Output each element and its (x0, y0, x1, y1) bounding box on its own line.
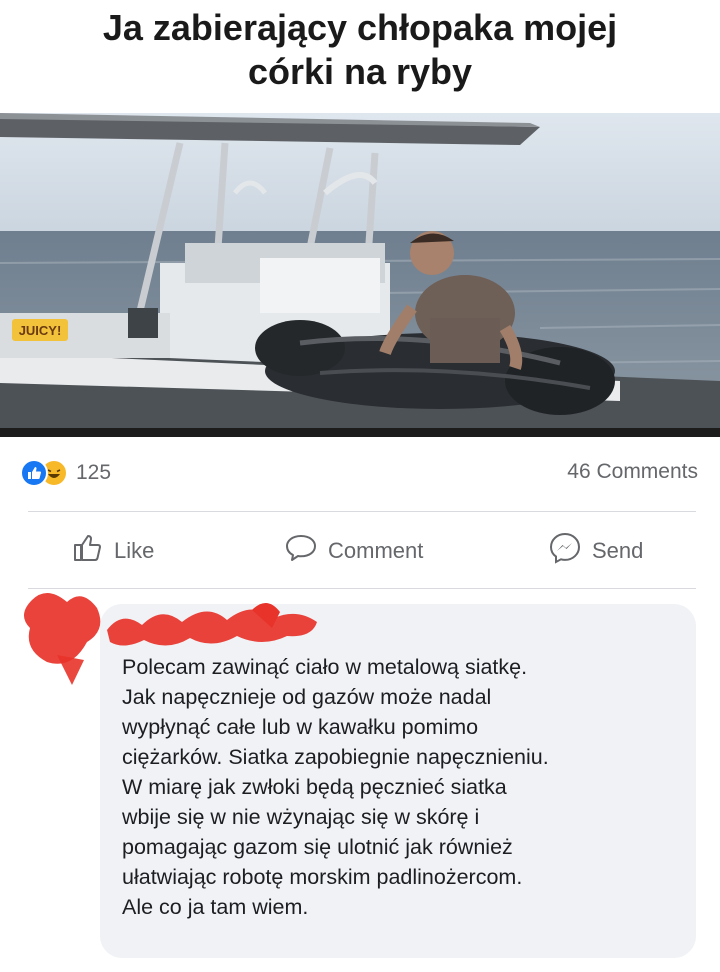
watermark-logo: JUICY! (19, 323, 62, 338)
messenger-icon (548, 532, 582, 570)
comment-line: Ale co ja tam wiem. (122, 895, 309, 919)
reaction-count: 125 (76, 461, 112, 484)
comment-line: wypłynąć całe lub w kawałku pomimo (122, 715, 479, 739)
divider-top (28, 511, 696, 512)
comment-line: ciężarków. Siatka zapobiegnie napęcznien… (122, 745, 549, 769)
comment-line: pomagając gazom się ulotnić jak również (122, 835, 513, 859)
like-label: Like (114, 538, 155, 563)
reaction-summary[interactable]: 125 (20, 458, 111, 488)
comment-line: W miarę jak zwłoki będą pęcznieć siatka (122, 775, 507, 799)
comment-label: Comment (328, 538, 424, 563)
post-actions-bar: Like Comment Send (0, 528, 720, 574)
meme-title-line-1: Ja zabierający chłopaka mojej (102, 7, 618, 48)
comments-count-link[interactable]: 46 Comments (567, 460, 698, 484)
comment-line: Jak napęcznieje od gazów może nadal (122, 685, 492, 709)
meme-title-line-2: córki na ryby (247, 51, 473, 92)
comment-line: wbije się w nie wżynając się w skórę i (122, 805, 480, 829)
boat-photo: JUICY! (0, 113, 720, 435)
thumbs-up-icon (72, 533, 104, 569)
comment-button[interactable]: Comment (284, 528, 423, 574)
send-label: Send (592, 538, 644, 563)
photo-bottom-bar (0, 428, 720, 437)
meme-title: Ja zabierający chłopaka mojej córki na r… (0, 6, 720, 94)
like-button[interactable]: Like (72, 528, 154, 574)
send-button[interactable]: Send (548, 528, 643, 574)
comment-line: ułatwiając robotę morskim padlinożercom. (122, 865, 523, 889)
comment-text: Polecam zawinąć ciało w metalową siatkę.… (122, 652, 692, 922)
like-reaction-icon (20, 459, 48, 487)
comment-line: Polecam zawinąć ciało w metalową siatkę. (122, 655, 528, 679)
comment-icon (284, 533, 318, 569)
